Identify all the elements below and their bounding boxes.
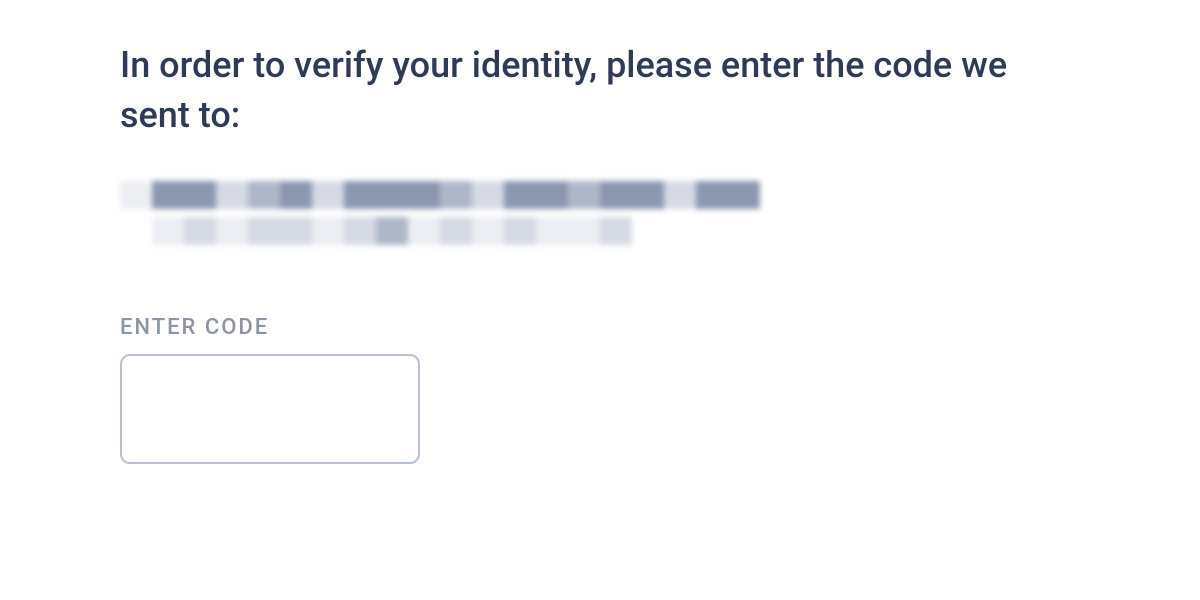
enter-code-label: ENTER CODE xyxy=(120,315,1080,340)
verify-instruction-text: In order to verify your identity, please… xyxy=(120,40,1080,141)
redacted-line xyxy=(120,181,760,209)
redacted-line xyxy=(120,217,760,245)
redacted-destination xyxy=(120,181,1080,245)
verification-code-input[interactable] xyxy=(120,354,420,464)
